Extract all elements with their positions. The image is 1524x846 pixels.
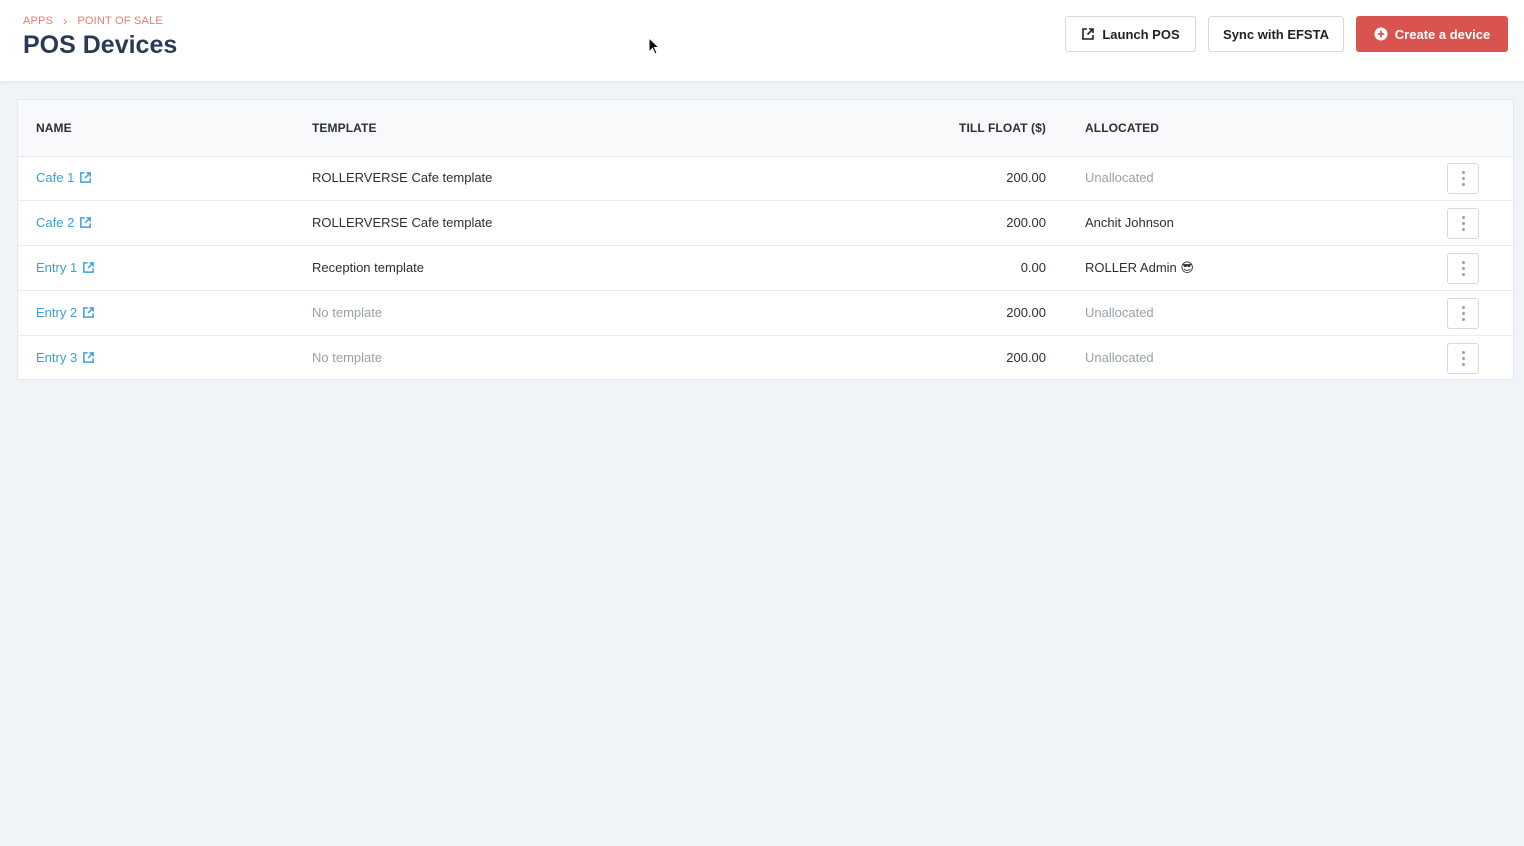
kebab-dot-icon (1461, 171, 1465, 174)
device-template: ROLLERVERSE Cafe template (312, 215, 493, 230)
kebab-dot-icon (1461, 267, 1465, 270)
device-allocated: Unallocated (1085, 350, 1154, 365)
table-header: NAME TEMPLATE TILL FLOAT ($) ALLOCATED (18, 100, 1513, 157)
sync-efsta-button[interactable]: Sync with EFSTA (1208, 16, 1344, 52)
mouse-cursor-icon (648, 36, 661, 60)
external-link-icon (82, 306, 95, 319)
kebab-dot-icon (1461, 228, 1465, 231)
device-name: Entry 1 (36, 260, 78, 275)
kebab-dot-icon (1461, 183, 1465, 186)
more-actions-button[interactable] (1447, 163, 1479, 194)
more-actions-button[interactable] (1447, 208, 1479, 239)
device-template: Reception template (312, 260, 425, 275)
column-header-name[interactable]: NAME (36, 121, 72, 135)
kebab-dot-icon (1461, 177, 1465, 180)
kebab-dot-icon (1461, 216, 1465, 219)
page-title: POS Devices (23, 31, 178, 59)
column-header-allocated[interactable]: ALLOCATED (1085, 121, 1159, 135)
kebab-dot-icon (1461, 312, 1465, 315)
device-name-link[interactable]: Entry 2 (36, 305, 95, 320)
device-till-float: 200.00 (1006, 215, 1046, 230)
column-header-template[interactable]: TEMPLATE (312, 121, 377, 135)
more-actions-button[interactable] (1447, 253, 1479, 284)
device-template: ROLLERVERSE Cafe template (312, 170, 493, 185)
sync-efsta-label: Sync with EFSTA (1223, 26, 1329, 42)
page-header: APPS › POINT OF SALE POS Devices Launch … (0, 0, 1524, 82)
external-link-icon (1081, 27, 1095, 41)
device-name-link[interactable]: Entry 3 (36, 350, 95, 365)
table-row: Entry 2 No template 200.00 Unallocated (18, 291, 1513, 336)
device-name: Cafe 2 (36, 215, 75, 230)
plus-circle-icon (1374, 27, 1388, 41)
kebab-dot-icon (1461, 273, 1465, 276)
more-actions-button[interactable] (1447, 298, 1479, 329)
device-allocated: Unallocated (1085, 170, 1154, 185)
table-row: Cafe 2 ROLLERVERSE Cafe template 200.00 … (18, 201, 1513, 246)
device-till-float: 0.00 (1020, 260, 1046, 275)
device-till-float: 200.00 (1006, 305, 1046, 320)
device-name-link[interactable]: Cafe 2 (36, 215, 92, 230)
device-template: No template (312, 305, 383, 320)
external-link-icon (82, 261, 95, 274)
launch-pos-label: Launch POS (1102, 26, 1180, 42)
device-name-link[interactable]: Cafe 1 (36, 170, 92, 185)
device-template: No template (312, 350, 383, 365)
column-header-till-float[interactable]: TILL FLOAT ($) (959, 121, 1046, 135)
device-name: Entry 2 (36, 305, 78, 320)
chevron-right-icon: › (63, 13, 68, 28)
device-till-float: 200.00 (1006, 350, 1046, 365)
device-allocated: Anchit Johnson (1085, 215, 1174, 230)
kebab-dot-icon (1461, 351, 1465, 354)
kebab-dot-icon (1461, 318, 1465, 321)
create-device-button[interactable]: Create a device (1356, 16, 1508, 52)
device-till-float: 200.00 (1006, 170, 1046, 185)
more-actions-button[interactable] (1447, 343, 1479, 374)
device-name-link[interactable]: Entry 1 (36, 260, 95, 275)
device-name: Cafe 1 (36, 170, 75, 185)
device-allocated: Unallocated (1085, 305, 1154, 320)
external-link-icon (79, 171, 92, 184)
create-device-label: Create a device (1394, 26, 1491, 42)
table-row: Entry 1 Reception template 0.00 ROLLER A… (18, 246, 1513, 291)
device-name: Entry 3 (36, 350, 78, 365)
breadcrumb: APPS › POINT OF SALE (23, 13, 163, 28)
breadcrumb-apps[interactable]: APPS (23, 15, 53, 27)
kebab-dot-icon (1461, 261, 1465, 264)
device-allocated: ROLLER Admin 😎 (1085, 260, 1194, 275)
table-row: Entry 3 No template 200.00 Unallocated (18, 336, 1513, 381)
kebab-dot-icon (1461, 306, 1465, 309)
external-link-icon (79, 216, 92, 229)
breadcrumb-point-of-sale[interactable]: POINT OF SALE (77, 15, 163, 27)
kebab-dot-icon (1461, 357, 1465, 360)
kebab-dot-icon (1461, 363, 1465, 366)
kebab-dot-icon (1461, 222, 1465, 225)
table-row: Cafe 1 ROLLERVERSE Cafe template 200.00 … (18, 156, 1513, 201)
launch-pos-button[interactable]: Launch POS (1065, 16, 1196, 52)
devices-table: NAME TEMPLATE TILL FLOAT ($) ALLOCATED C… (17, 99, 1514, 380)
external-link-icon (82, 351, 95, 364)
